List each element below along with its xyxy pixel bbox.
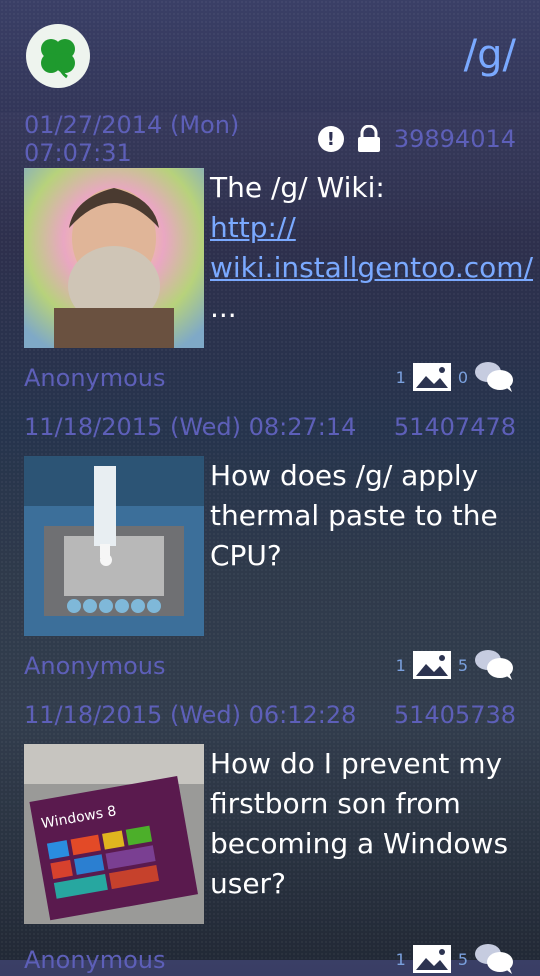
lock-icon xyxy=(357,125,380,152)
reply-count: 5 xyxy=(457,949,468,969)
wiki-link-line2[interactable]: wiki.installgentoo.com/ xyxy=(210,248,533,288)
thread-date: 01/27/2014 (Mon) 07:07:31 xyxy=(24,111,240,167)
image-icon xyxy=(412,363,451,391)
wiki-link-line1[interactable]: http:// xyxy=(210,208,520,248)
thread-author: Anonymous xyxy=(24,364,166,392)
replies-icon xyxy=(475,650,513,680)
sticky-icon: ! xyxy=(317,126,344,152)
clover-icon xyxy=(41,39,75,79)
thread-subject: The /g/ Wiki: http:// wiki.installgentoo… xyxy=(210,168,533,328)
thread-author: Anonymous xyxy=(24,946,166,974)
thread-subject: How does /g/ apply thermal paste to the … xyxy=(210,459,498,572)
board-title[interactable]: /g/ xyxy=(464,32,516,78)
portrait-thumbnail xyxy=(24,168,204,348)
thread-thumbnail[interactable] xyxy=(24,456,204,636)
image-icon xyxy=(412,945,451,973)
image-icon xyxy=(412,651,451,679)
board-logo[interactable] xyxy=(26,24,90,88)
thread-date: 11/18/2015 (Wed) 06:12:28 xyxy=(24,701,357,729)
thread-counts: 1 5 xyxy=(396,648,514,682)
thread-date: 11/18/2015 (Wed) 08:27:14 xyxy=(24,413,357,441)
reply-count: 5 xyxy=(457,655,468,675)
thread-meta: 11/18/2015 (Wed) 06:12:28 51405738 xyxy=(24,698,516,732)
reply-count: 0 xyxy=(457,367,468,387)
thread-id: 51405738 xyxy=(393,701,516,729)
thread-item[interactable]: 01/27/2014 (Mon) 07:07:31 ! 39894014 The… xyxy=(0,111,540,400)
thread-thumbnail[interactable] xyxy=(24,168,204,348)
thread-author: Anonymous xyxy=(24,652,166,680)
windows8-thumbnail: Windows 8 xyxy=(24,744,204,924)
thread-meta: 11/18/2015 (Wed) 08:27:14 51407478 xyxy=(24,410,516,444)
subject-text: The /g/ Wiki: xyxy=(210,171,385,204)
image-count: 1 xyxy=(395,367,406,387)
thread-item[interactable]: 11/18/2015 (Wed) 06:12:28 51405738 Windo… xyxy=(0,688,540,974)
image-count: 1 xyxy=(395,655,406,675)
thread-id: 51407478 xyxy=(393,413,516,441)
image-count: 1 xyxy=(395,949,406,969)
truncation-ellipsis: ... xyxy=(210,291,237,324)
thread-subject: How do I prevent my firstborn son from b… xyxy=(210,747,509,900)
thread-item[interactable]: 11/18/2015 (Wed) 08:27:14 51407478 How d… xyxy=(0,400,540,688)
cpu-thermal-paste-thumbnail xyxy=(24,456,204,636)
thread-counts: 1 0 xyxy=(396,360,514,394)
thread-meta: 01/27/2014 (Mon) 07:07:31 ! 39894014 xyxy=(24,111,516,167)
replies-icon xyxy=(475,944,513,974)
thread-counts: 1 5 xyxy=(396,942,514,976)
replies-icon xyxy=(475,362,513,392)
thread-thumbnail[interactable]: Windows 8 xyxy=(24,744,204,924)
header: /g/ xyxy=(0,0,540,112)
thread-id: 39894014 xyxy=(393,125,516,153)
